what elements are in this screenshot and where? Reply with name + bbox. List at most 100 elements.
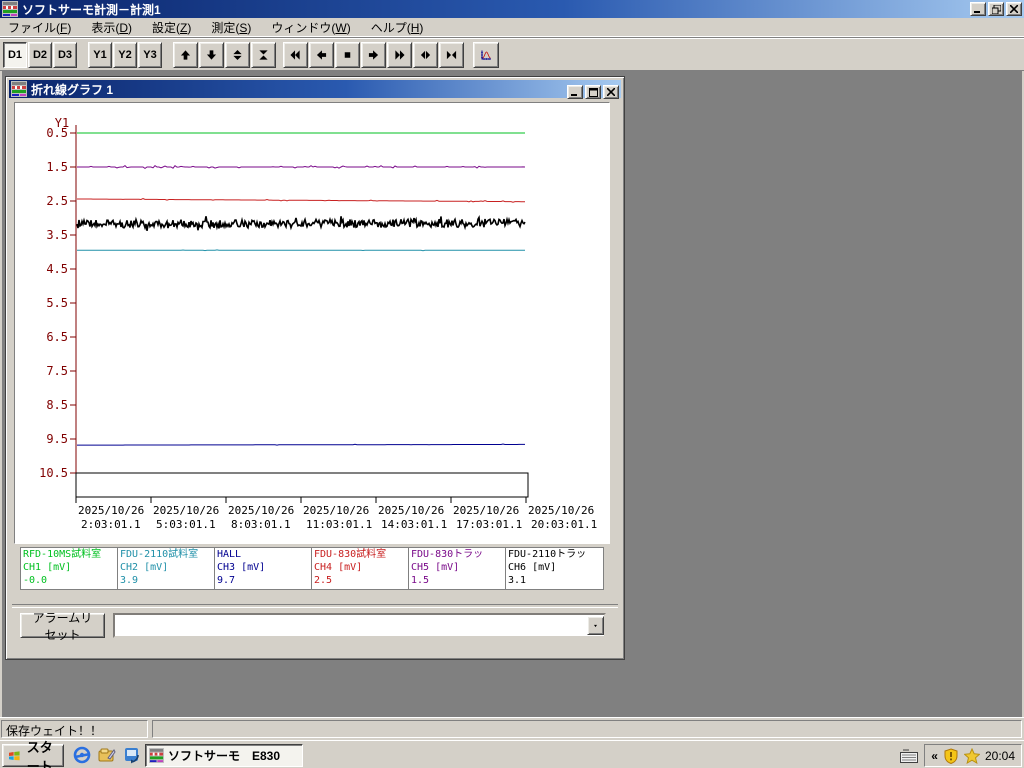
graph-window-icon bbox=[11, 81, 27, 97]
show-desktop-icon[interactable] bbox=[97, 745, 117, 765]
stop-button[interactable] bbox=[335, 41, 360, 68]
compress-vertical-button[interactable] bbox=[251, 41, 276, 68]
start-button[interactable]: スタート bbox=[2, 740, 64, 768]
ch5-value: 1.5 bbox=[411, 575, 430, 586]
menu-measure[interactable]: 測定(S) bbox=[203, 17, 259, 38]
scroll-up-button[interactable] bbox=[173, 41, 198, 68]
security-shield-icon[interactable] bbox=[943, 747, 959, 764]
expand-horizontal-button[interactable] bbox=[413, 41, 438, 68]
status-message: 保存ウェイト！！ bbox=[1, 720, 148, 738]
graph-window-titlebar[interactable]: 折れ線グラフ 1 bbox=[9, 80, 621, 99]
toolbar-y3-button[interactable]: Y3 bbox=[138, 41, 162, 68]
mdi-client-area: 折れ線グラフ 1 Y1 0.5 1.5 2.5 3.5 4.5 5.5 6.5 7.5 8.5 9.… bbox=[0, 71, 1024, 717]
tray-chevron[interactable]: « bbox=[931, 749, 938, 763]
compress-horizontal-icon bbox=[446, 50, 457, 59]
tray-icon-area: « 20:04 bbox=[924, 744, 1022, 767]
menu-settings[interactable]: 設定(Z) bbox=[144, 17, 199, 38]
svg-text:2025/10/26: 2025/10/26 bbox=[153, 504, 219, 517]
graph-close-button[interactable] bbox=[603, 85, 619, 99]
svg-text:1.5: 1.5 bbox=[46, 160, 68, 174]
graph-window-title: 折れ線グラフ 1 bbox=[31, 82, 114, 97]
left-arrow-icon bbox=[316, 49, 327, 60]
combobox-dropdown-button[interactable] bbox=[587, 616, 604, 635]
separator bbox=[12, 604, 618, 608]
ch4-value: 2.5 bbox=[314, 575, 333, 586]
ch5-channel: CH5 [mV] bbox=[411, 562, 460, 573]
svg-text:8:03:01.1: 8:03:01.1 bbox=[231, 518, 291, 531]
legend-cell-ch6: FDU-2110トラッ CH6 [mV] 3.1 bbox=[506, 548, 603, 589]
step-left-button[interactable] bbox=[309, 41, 334, 68]
taskbar-clock[interactable]: 20:04 bbox=[985, 749, 1015, 763]
ch3-name: HALL bbox=[217, 549, 242, 560]
menu-view[interactable]: 表示(D) bbox=[83, 17, 140, 38]
toolbar-d2-button[interactable]: D2 bbox=[28, 41, 52, 68]
ch6-name: FDU-2110トラッ bbox=[508, 549, 587, 560]
svg-text:2025/10/26: 2025/10/26 bbox=[303, 504, 369, 517]
up-arrow-icon bbox=[180, 49, 191, 60]
app-icon bbox=[149, 748, 164, 763]
svg-text:17:03:01.1: 17:03:01.1 bbox=[456, 518, 522, 531]
app-icon bbox=[2, 1, 18, 17]
alarm-reset-button[interactable]: アラームリセット bbox=[20, 611, 105, 642]
windows-logo-icon bbox=[9, 750, 20, 760]
ch1-name: RFD-10MS試料室 bbox=[23, 549, 102, 560]
toolbar-d3-button[interactable]: D3 bbox=[53, 41, 77, 68]
alarm-combobox[interactable] bbox=[113, 613, 606, 638]
status-bar: 保存ウェイト！！ bbox=[0, 717, 1024, 740]
fast-forward-button[interactable] bbox=[387, 41, 412, 68]
ch3-value: 9.7 bbox=[217, 575, 236, 586]
line-chart: Y10.51.52.53.54.55.56.57.58.59.510.52025… bbox=[39, 116, 597, 531]
expand-vertical-button[interactable] bbox=[225, 41, 250, 68]
maximize-icon bbox=[588, 87, 598, 97]
chevron-down-icon bbox=[594, 624, 597, 627]
taskbar-app-button[interactable]: ソフトサーモ E830 bbox=[145, 744, 303, 767]
fast-forward-icon bbox=[395, 49, 405, 60]
close-icon bbox=[607, 88, 615, 96]
close-button[interactable] bbox=[1006, 2, 1022, 16]
legend-cell-ch1: RFD-10MS試料室 CH1 [mV] -0.0 bbox=[21, 548, 118, 589]
toolbar-y2-button[interactable]: Y2 bbox=[113, 41, 137, 68]
toolbar-y1-button[interactable]: Y1 bbox=[88, 41, 112, 68]
minimize-button[interactable] bbox=[970, 2, 986, 16]
svg-text:4.5: 4.5 bbox=[46, 262, 68, 276]
menu-file[interactable]: ファイル(F) bbox=[0, 17, 79, 38]
outlook-express-icon[interactable] bbox=[122, 745, 142, 765]
compress-vertical-icon bbox=[259, 49, 268, 60]
svg-text:2025/10/26: 2025/10/26 bbox=[453, 504, 519, 517]
main-window-titlebar[interactable]: ソフトサーモ計測－計測1 bbox=[0, 0, 1024, 18]
channel-legend: RFD-10MS試料室 CH1 [mV] -0.0 FDU-2110試料室 CH… bbox=[20, 547, 604, 590]
graph-maximize-button[interactable] bbox=[585, 85, 601, 99]
rewind-button[interactable] bbox=[283, 41, 308, 68]
svg-text:8.5: 8.5 bbox=[46, 398, 68, 412]
svg-text:9.5: 9.5 bbox=[46, 432, 68, 446]
svg-text:14:03:01.1: 14:03:01.1 bbox=[381, 518, 447, 531]
ch6-channel: CH6 [mV] bbox=[508, 562, 557, 573]
internet-explorer-icon[interactable] bbox=[72, 745, 92, 765]
svg-text:2025/10/26: 2025/10/26 bbox=[78, 504, 144, 517]
menu-window[interactable]: ウィンドウ(W) bbox=[263, 17, 358, 38]
taskbar-app-label: ソフトサーモ E830 bbox=[168, 749, 281, 763]
menu-help[interactable]: ヘルプ(H) bbox=[363, 17, 432, 38]
svg-text:10.5: 10.5 bbox=[39, 466, 68, 480]
star-tray-icon[interactable] bbox=[963, 747, 980, 764]
svg-text:2025/10/26: 2025/10/26 bbox=[228, 504, 294, 517]
compress-horizontal-button[interactable] bbox=[439, 41, 464, 68]
keyboard-layout-icon[interactable] bbox=[900, 749, 919, 763]
main-window-title: ソフトサーモ計測－計測1 bbox=[22, 2, 161, 17]
ch3-channel: CH3 [mV] bbox=[217, 562, 266, 573]
desktop-screen: ソフトサーモ計測－計測1 ファイル(F) 表示(D) 設定(Z) 測定(S) ウ… bbox=[0, 0, 1024, 768]
svg-text:11:03:01.1: 11:03:01.1 bbox=[306, 518, 372, 531]
step-right-button[interactable] bbox=[361, 41, 386, 68]
stop-icon bbox=[344, 51, 351, 58]
toolbar-d1-button[interactable]: D1 bbox=[3, 41, 27, 68]
graph-minimize-button[interactable] bbox=[567, 85, 583, 99]
ch2-channel: CH2 [mV] bbox=[120, 562, 169, 573]
graph-setup-button[interactable] bbox=[473, 41, 499, 68]
svg-text:3.5: 3.5 bbox=[46, 228, 68, 242]
scroll-down-button[interactable] bbox=[199, 41, 224, 68]
svg-text:2:03:01.1: 2:03:01.1 bbox=[81, 518, 141, 531]
toolbar: D1 D2 D3 Y1 Y2 Y3 bbox=[0, 37, 1024, 71]
status-panel-secondary bbox=[152, 720, 1022, 738]
ch4-channel: CH4 [mV] bbox=[314, 562, 363, 573]
restore-button[interactable] bbox=[988, 2, 1004, 16]
